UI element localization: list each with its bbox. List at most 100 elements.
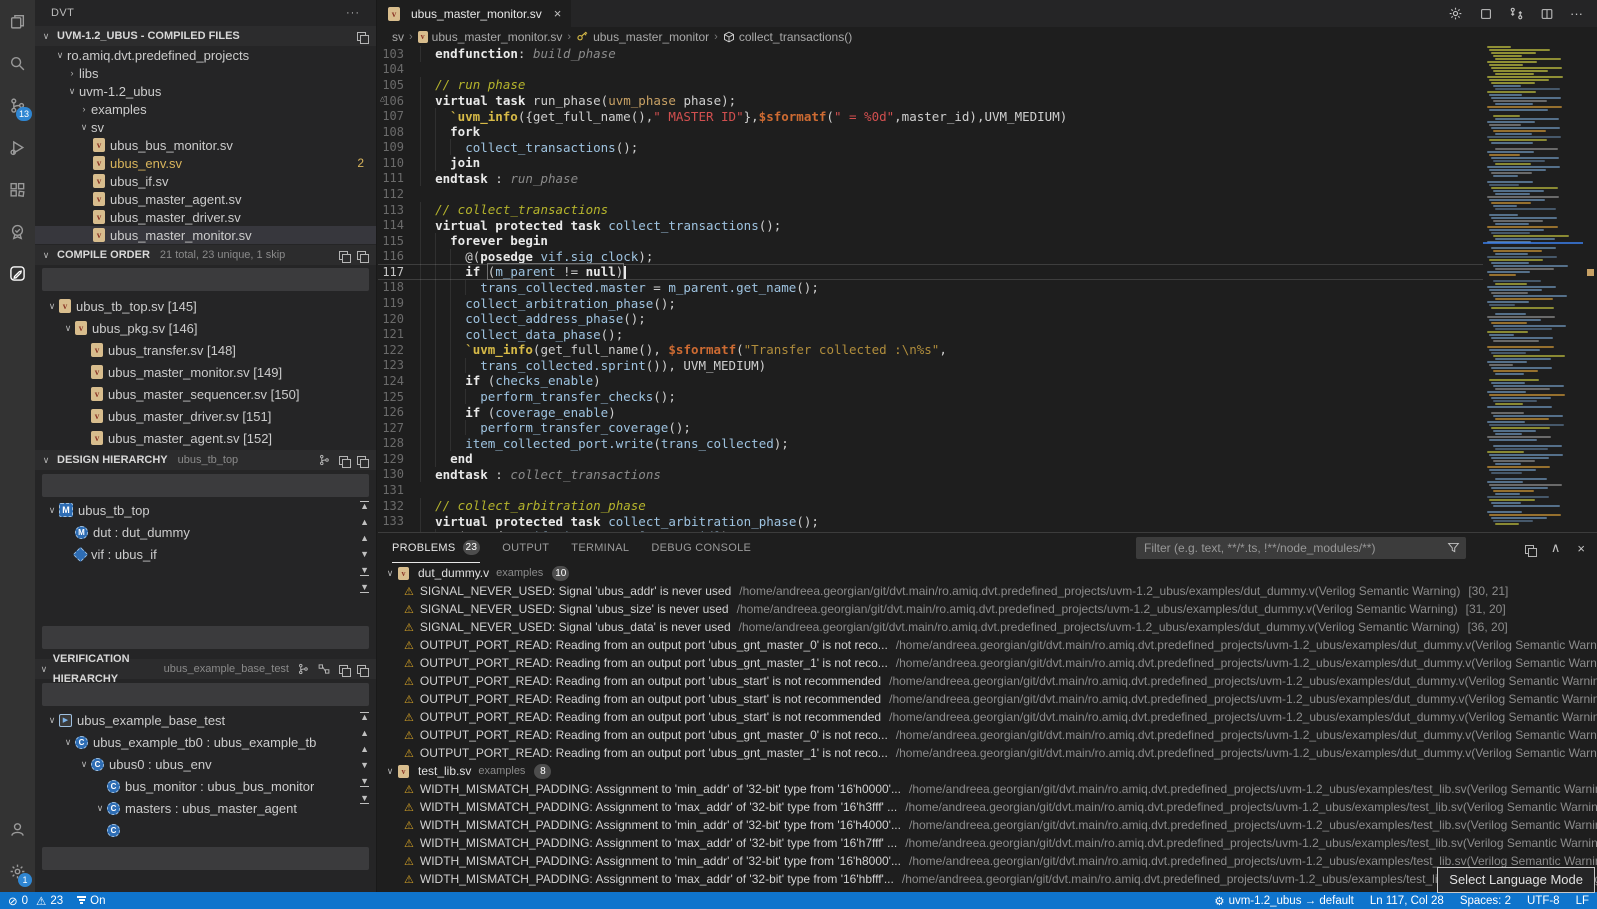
activitybar-run-debug[interactable] <box>0 126 35 168</box>
tree-item[interactable]: › examples <box>35 100 376 118</box>
problem-row[interactable]: ⚠ SIGNAL_NEVER_USED: Signal 'ubus_size' … <box>378 600 1597 618</box>
problem-row[interactable]: ⚠ OUTPUT_PORT_READ: Reading from an outp… <box>378 726 1597 744</box>
breadcrumb-item[interactable]: ubus_master_monitor <box>576 30 709 44</box>
collapse-all-icon[interactable] <box>357 32 366 41</box>
filter-status[interactable]: On <box>77 895 105 907</box>
problem-row[interactable]: ⚠ WIDTH_MISMATCH_PADDING: Assignment to … <box>378 852 1597 870</box>
tab-ubus-master-monitor[interactable]: v ubus_master_monitor.sv × <box>378 0 571 27</box>
page-up-icon[interactable]: ▲ <box>360 518 369 527</box>
verification-hierarchy-secondary-input[interactable] <box>42 847 369 870</box>
ports-icon[interactable] <box>318 663 330 675</box>
section-design-hierarchy-header[interactable]: ∨ DESIGN HIERARCHY ubus_tb_top <box>35 450 376 470</box>
code-line[interactable]: 129 end <box>378 451 1483 467</box>
code-line[interactable]: 126 if (coverage_enable) <box>378 404 1483 420</box>
tree-item[interactable]: ∨ v ubus_pkg.sv [146] <box>35 317 376 339</box>
errors-warnings-status[interactable]: ⊘ 0 ⚠ 23 <box>8 894 63 908</box>
open-in-editor-icon[interactable] <box>339 665 348 674</box>
tree-item[interactable]: ∨ C masters : ubus_master_agent <box>35 797 376 819</box>
close-panel-icon[interactable]: × <box>1577 541 1585 556</box>
code-line[interactable]: 105 // run phase <box>378 77 1483 93</box>
section-compile-order-header[interactable]: ∨ COMPILE ORDER 21 total, 23 unique, 1 s… <box>35 245 376 265</box>
open-in-editor-icon[interactable] <box>339 456 348 465</box>
code-line[interactable]: 117 if (m_parent != null) <box>378 264 1483 280</box>
code-line[interactable]: 122 `uvm_info(get_full_name(), $sformatf… <box>378 342 1483 358</box>
problem-group-row[interactable]: ∨ v test_lib.sv examples 8 <box>378 762 1597 780</box>
tree-item[interactable]: ∨ ▶ ubus_example_base_test <box>35 709 376 731</box>
tree-item[interactable]: ∨ uvm-1.2_ubus <box>35 82 376 100</box>
panel-tab-problems[interactable]: PROBLEMS23 <box>392 533 480 563</box>
tree-item[interactable]: C bus_monitor : ubus_bus_monitor <box>35 775 376 797</box>
problem-row[interactable]: ⚠ OUTPUT_PORT_READ: Reading from an outp… <box>378 690 1597 708</box>
code-line[interactable]: 125 perform_transfer_checks(); <box>378 389 1483 405</box>
minimap[interactable] <box>1483 46 1583 532</box>
tree-item[interactable]: v ubus_master_driver.sv <box>35 208 376 226</box>
design-hierarchy-filter-input[interactable] <box>42 474 369 497</box>
indentation-status[interactable]: Spaces: 2 <box>1460 895 1511 907</box>
up-icon[interactable]: ▲ <box>360 745 369 754</box>
code-line[interactable]: 130 endtask : collect_transactions <box>378 467 1483 483</box>
fold-marker-icon[interactable]: △ <box>380 94 385 103</box>
activitybar-dvt-editor[interactable] <box>0 252 35 294</box>
code-line[interactable]: 111 endtask : run_phase <box>378 171 1483 187</box>
code-line[interactable]: 115 forever begin <box>378 233 1483 249</box>
problem-row[interactable]: ⚠ OUTPUT_PORT_READ: Reading from an outp… <box>378 654 1597 672</box>
editor-scrollbar[interactable] <box>1583 46 1597 532</box>
scroll-to-top-icon[interactable]: ▲ <box>360 712 369 722</box>
tree-item[interactable]: v ubus_bus_monitor.sv <box>35 136 376 154</box>
problem-row[interactable]: ⚠ WIDTH_MISMATCH_PADDING: Assignment to … <box>378 834 1597 852</box>
section-compiled-files-header[interactable]: ∨ UVM-1.2_UBUS - COMPILED FILES <box>35 26 376 46</box>
collapse-all-icon[interactable] <box>357 251 366 260</box>
down-icon[interactable]: ▼ <box>360 761 369 770</box>
code-line[interactable]: 132 // collect_arbitration_phase <box>378 498 1483 514</box>
problem-row[interactable]: ⚠ OUTPUT_PORT_READ: Reading from an outp… <box>378 672 1597 690</box>
problem-row[interactable]: ⚠ WIDTH_MISMATCH_PADDING: Assignment to … <box>378 798 1597 816</box>
problem-row[interactable]: ⚠ WIDTH_MISMATCH_PADDING: Assignment to … <box>378 816 1597 834</box>
clear-all-icon[interactable] <box>1525 545 1534 554</box>
code-line[interactable]: 103 endfunction: build_phase <box>378 46 1483 62</box>
problem-row[interactable]: ⚠ OUTPUT_PORT_READ: Reading from an outp… <box>378 708 1597 726</box>
code-line[interactable]: 124 if (checks_enable) <box>378 373 1483 389</box>
code-line[interactable]: 128 item_collected_port.write(trans_coll… <box>378 435 1483 451</box>
page-down-icon[interactable]: ▼ <box>360 777 369 787</box>
problems-filter-input[interactable]: Filter (e.g. text, **/*.ts, !**/node_mod… <box>1136 537 1466 559</box>
encoding-status[interactable]: UTF-8 <box>1527 895 1560 907</box>
breadcrumb-item[interactable]: vubus_master_monitor.sv <box>418 30 563 44</box>
tree-item[interactable]: › libs <box>35 64 376 82</box>
page-up-icon[interactable]: ▲ <box>360 729 369 738</box>
tree-item[interactable]: ∨ ro.amiq.dvt.predefined_projects <box>35 46 376 64</box>
page-down-icon[interactable]: ▼ <box>360 566 369 576</box>
code-line[interactable]: 109 collect_transactions(); <box>378 139 1483 155</box>
tree-item[interactable]: v ubus_master_driver.sv [151] <box>35 405 376 427</box>
code-line[interactable]: 131 <box>378 482 1483 498</box>
code-line[interactable]: 110 join <box>378 155 1483 171</box>
section-verification-hierarchy-header[interactable]: ∨ VERIFICATION HIERARCHY ubus_example_ba… <box>35 659 376 679</box>
breadcrumb-item[interactable]: sv <box>392 30 404 44</box>
code-line[interactable]: 104 <box>378 62 1483 78</box>
compile-order-filter-input[interactable] <box>42 268 369 291</box>
tree-item[interactable]: ∨ sv <box>35 118 376 136</box>
problem-row[interactable]: ⚠ SIGNAL_NEVER_USED: Signal 'ubus_data' … <box>378 618 1597 636</box>
problem-row[interactable]: ⚠ SIGNAL_NEVER_USED: Signal 'ubus_addr' … <box>378 582 1597 600</box>
panel-tab-terminal[interactable]: TERMINAL <box>571 533 629 563</box>
code-line[interactable]: 119 collect_arbitration_phase(); <box>378 295 1483 311</box>
code-line[interactable]: 123 trans_collected.sprint()), UVM_MEDIU… <box>378 358 1483 374</box>
code-line[interactable]: 106 △ virtual task run_phase(uvm_phase p… <box>378 93 1483 109</box>
breadcrumb-item[interactable]: collect_transactions() <box>723 30 852 44</box>
code-line[interactable]: 112 <box>378 186 1483 202</box>
close-icon[interactable]: × <box>554 6 562 21</box>
tree-item[interactable]: v ubus_master_monitor.sv [149] <box>35 361 376 383</box>
tree-item[interactable]: ∨ v ubus_tb_top.sv [145] <box>35 295 376 317</box>
tree-item[interactable]: ∨ C ubus_example_tb0 : ubus_example_tb <box>35 731 376 753</box>
code-editor[interactable]: 103 endfunction: build_phase 104 105 // … <box>378 46 1597 532</box>
panel-tab-debug-console[interactable]: DEBUG CONSOLE <box>651 533 751 563</box>
activitybar-settings[interactable]: 1 <box>0 850 35 892</box>
problem-row[interactable]: ⚠ OUTPUT_PORT_READ: Reading from an outp… <box>378 636 1597 654</box>
more-actions-icon[interactable]: ··· <box>346 0 360 26</box>
problem-row[interactable]: ⚠ OUTPUT_PORT_READ: Reading from an outp… <box>378 744 1597 762</box>
code-line[interactable]: 121 collect_data_phase(); <box>378 326 1483 342</box>
activitybar-search[interactable] <box>0 42 35 84</box>
tree-item[interactable]: vif : ubus_if <box>35 543 376 565</box>
workspace-config-status[interactable]: ⚙ uvm-1.2_ubus → default <box>1214 894 1354 908</box>
more-actions-icon[interactable]: ··· <box>1570 6 1583 21</box>
problem-row[interactable]: ⚠ WIDTH_MISMATCH_PADDING: Assignment to … <box>378 870 1597 888</box>
